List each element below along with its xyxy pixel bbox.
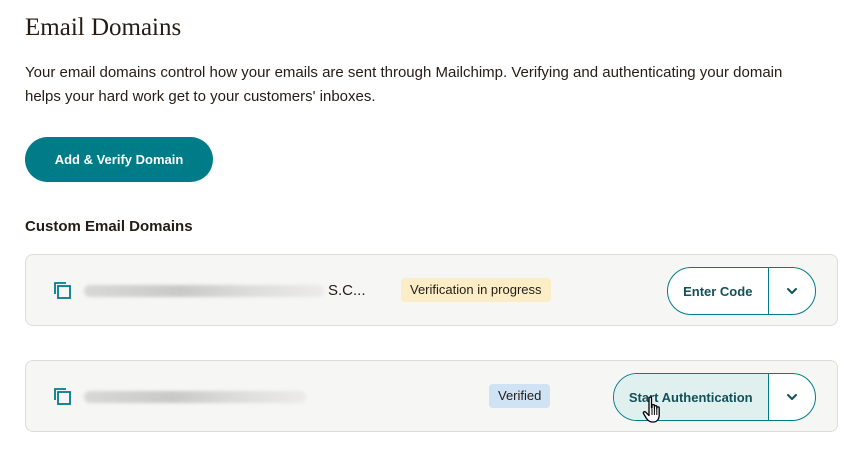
- split-button: Start Authentication: [613, 373, 816, 421]
- section-heading: Custom Email Domains: [25, 218, 193, 235]
- status-badge: Verification in progress: [401, 278, 551, 302]
- domain-name-suffix: s.c...: [328, 282, 366, 299]
- page-description: Your email domains control how your emai…: [25, 64, 783, 105]
- copy-icon[interactable]: [52, 280, 72, 300]
- more-actions-toggle[interactable]: [769, 268, 815, 314]
- redacted-domain-text: [84, 285, 324, 297]
- domain-name: s.c...: [84, 281, 366, 301]
- redacted-domain-text: [84, 391, 306, 403]
- chevron-down-icon: [787, 288, 797, 294]
- domain-row: s.c... Verification in progress Enter Co…: [25, 254, 838, 326]
- chevron-down-icon: [787, 394, 797, 400]
- copy-icon[interactable]: [52, 386, 72, 406]
- domain-row: Verified Start Authentication: [25, 360, 838, 432]
- enter-code-button[interactable]: Enter Code: [668, 268, 768, 314]
- more-actions-toggle[interactable]: [769, 374, 815, 420]
- domain-name: [84, 387, 310, 407]
- page-title: Email Domains: [25, 14, 182, 41]
- add-verify-domain-button[interactable]: Add & Verify Domain: [25, 137, 213, 182]
- status-badge: Verified: [489, 384, 551, 408]
- start-authentication-button[interactable]: Start Authentication: [614, 374, 768, 420]
- split-button: Enter Code: [667, 267, 816, 315]
